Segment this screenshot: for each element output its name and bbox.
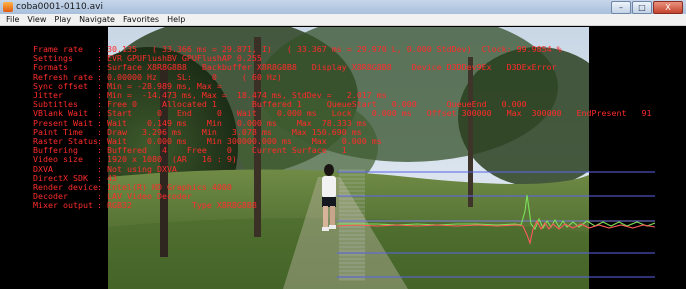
stat-value: Not using DXVA: [107, 163, 177, 174]
media-player-icon: [3, 2, 13, 12]
close-button[interactable]: X: [653, 1, 683, 14]
title-bar[interactable]: coba0001-0110.avi – □ X: [0, 0, 686, 14]
video-area[interactable]: Frame rate:30.135 ( 33.366 ms = 29.871, …: [0, 27, 686, 289]
menu-play[interactable]: Play: [50, 14, 75, 26]
jitter-graph: [337, 169, 655, 281]
window-title: coba0001-0110.avi: [16, 2, 103, 12]
menu-favorites[interactable]: Favorites: [119, 14, 163, 26]
graph-sync-line: [337, 194, 655, 231]
window-controls: – □ X: [611, 1, 683, 14]
menu-bar: File View Play Navigate Favorites Help: [0, 14, 686, 26]
menu-file[interactable]: File: [2, 14, 23, 26]
maximize-button[interactable]: □: [632, 1, 652, 14]
stat-label: Mixer output: [33, 200, 93, 211]
player-window: coba0001-0110.avi – □ X File View Play N…: [0, 0, 686, 289]
minimize-button[interactable]: –: [611, 1, 631, 14]
menu-help[interactable]: Help: [163, 14, 189, 26]
stat-value: RGB32 Type X8R8G8B8: [107, 200, 257, 211]
menu-view[interactable]: View: [23, 14, 50, 26]
menu-navigate[interactable]: Navigate: [75, 14, 119, 26]
